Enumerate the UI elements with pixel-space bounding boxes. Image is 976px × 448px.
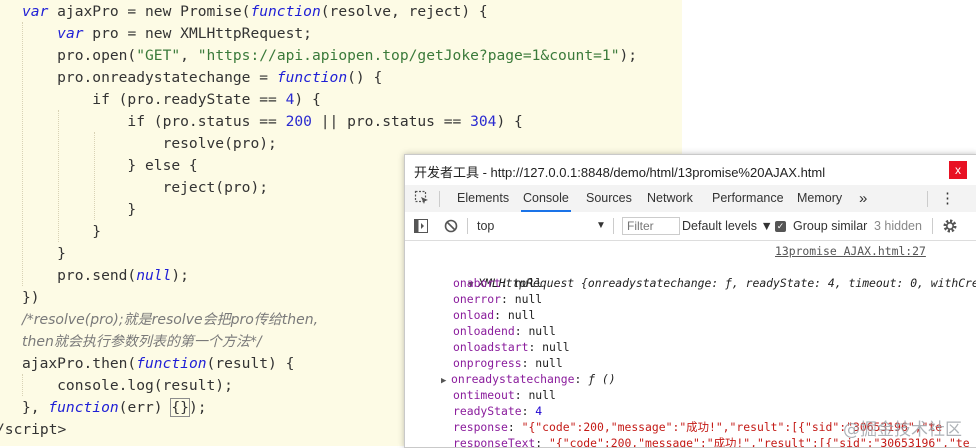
tab-sources[interactable]: Sources [586,185,632,212]
code-line-3: pro.open("GET", "https://api.apiopen.top… [22,47,638,64]
code-line-12: } [22,245,66,262]
code-line-9: reject(pro); [22,179,269,196]
prop-row: onload: null [453,308,536,322]
code-line-20: /script> [0,421,67,438]
code-line-11: } [22,223,102,240]
log-entry-head[interactable]: ▼ XMLHttpRequest {onreadystatechange: ƒ, … [427,259,976,290]
more-tabs-icon[interactable]: » [859,185,867,212]
devtools-tabbar: Elements Console Sources Network Perform… [405,185,976,213]
hidden-count: 3 hidden [874,219,922,233]
code-line-16: then就会执行参数列表的第一个方法*/ [22,334,262,350]
toggle-sidebar-icon[interactable] [414,219,428,233]
prop-row: onloadend: null [453,324,556,338]
code-line-10: } [22,201,137,218]
code-line-1: var ajaxPro = new Promise(function(resol… [22,3,488,20]
code-line-19: }, function(err) {}); [22,398,207,417]
tab-performance[interactable]: Performance [712,185,784,212]
prop-row: onprogress: null [453,356,563,370]
devtools-titlebar[interactable]: 开发者工具 - http://127.0.0.1:8848/demo/html/… [405,155,976,185]
prop-row-expandable[interactable]: ▶ onreadystatechange: ƒ () [441,371,616,387]
code-line-7: resolve(pro); [22,135,277,152]
group-similar-checkbox[interactable]: ✓ [775,212,786,240]
code-line-5: if (pro.readyState == 4) { [22,91,321,108]
tab-elements[interactable]: Elements [457,185,509,212]
source-link[interactable]: 13promise AJAX.html:27 [775,243,926,259]
watermark: @掘金技术社区 [843,420,962,440]
filter-input[interactable] [622,217,680,235]
gear-icon[interactable] [942,218,958,234]
log-levels-dropdown[interactable]: Default levels ▼ [682,212,773,240]
menu-icon[interactable]: ⋮ [940,185,955,212]
tab-console[interactable]: Console [521,185,571,212]
code-line-4: pro.onreadystatechange = function() { [22,69,383,86]
prop-row: ontimeout: null [453,388,556,402]
code-line-15: /*resolve(pro);就是resolve会把pro传给then, [22,312,319,328]
code-line-6: if (pro.status == 200 || pro.status == 3… [22,113,523,130]
code-line-13: pro.send(null); [22,267,189,284]
close-button[interactable]: x [949,161,967,179]
console-toolbar: top ▼ Default levels ▼ ✓ Group similar 3… [405,212,976,241]
code-line-18: console.log(result); [22,377,233,394]
group-similar-label: Group similar [793,219,868,233]
collapsed-arrow-icon[interactable]: ▶ [441,373,451,389]
code-line-2: var pro = new XMLHttpRequest; [57,25,312,42]
tab-network[interactable]: Network [647,185,693,212]
context-dropdown-icon[interactable]: ▼ [596,212,606,240]
inspect-element-icon[interactable] [414,190,430,206]
prop-row: onloadstart: null [453,340,570,354]
prop-row: readyState: 4 [453,404,543,418]
devtools-window: 开发者工具 - http://127.0.0.1:8848/demo/html/… [404,154,976,448]
window-title: 开发者工具 - http://127.0.0.1:8848/demo/html/… [414,165,826,180]
code-line-14: }) [22,289,40,306]
clear-console-icon[interactable] [444,219,458,233]
code-line-17: ajaxPro.then(function(result) { [22,355,295,372]
code-line-8: } else { [22,157,198,174]
prop-row: onerror: null [453,292,543,306]
prop-row: onabort: null [453,276,543,290]
tab-memory[interactable]: Memory [797,185,842,212]
context-selector[interactable]: top [477,212,494,240]
